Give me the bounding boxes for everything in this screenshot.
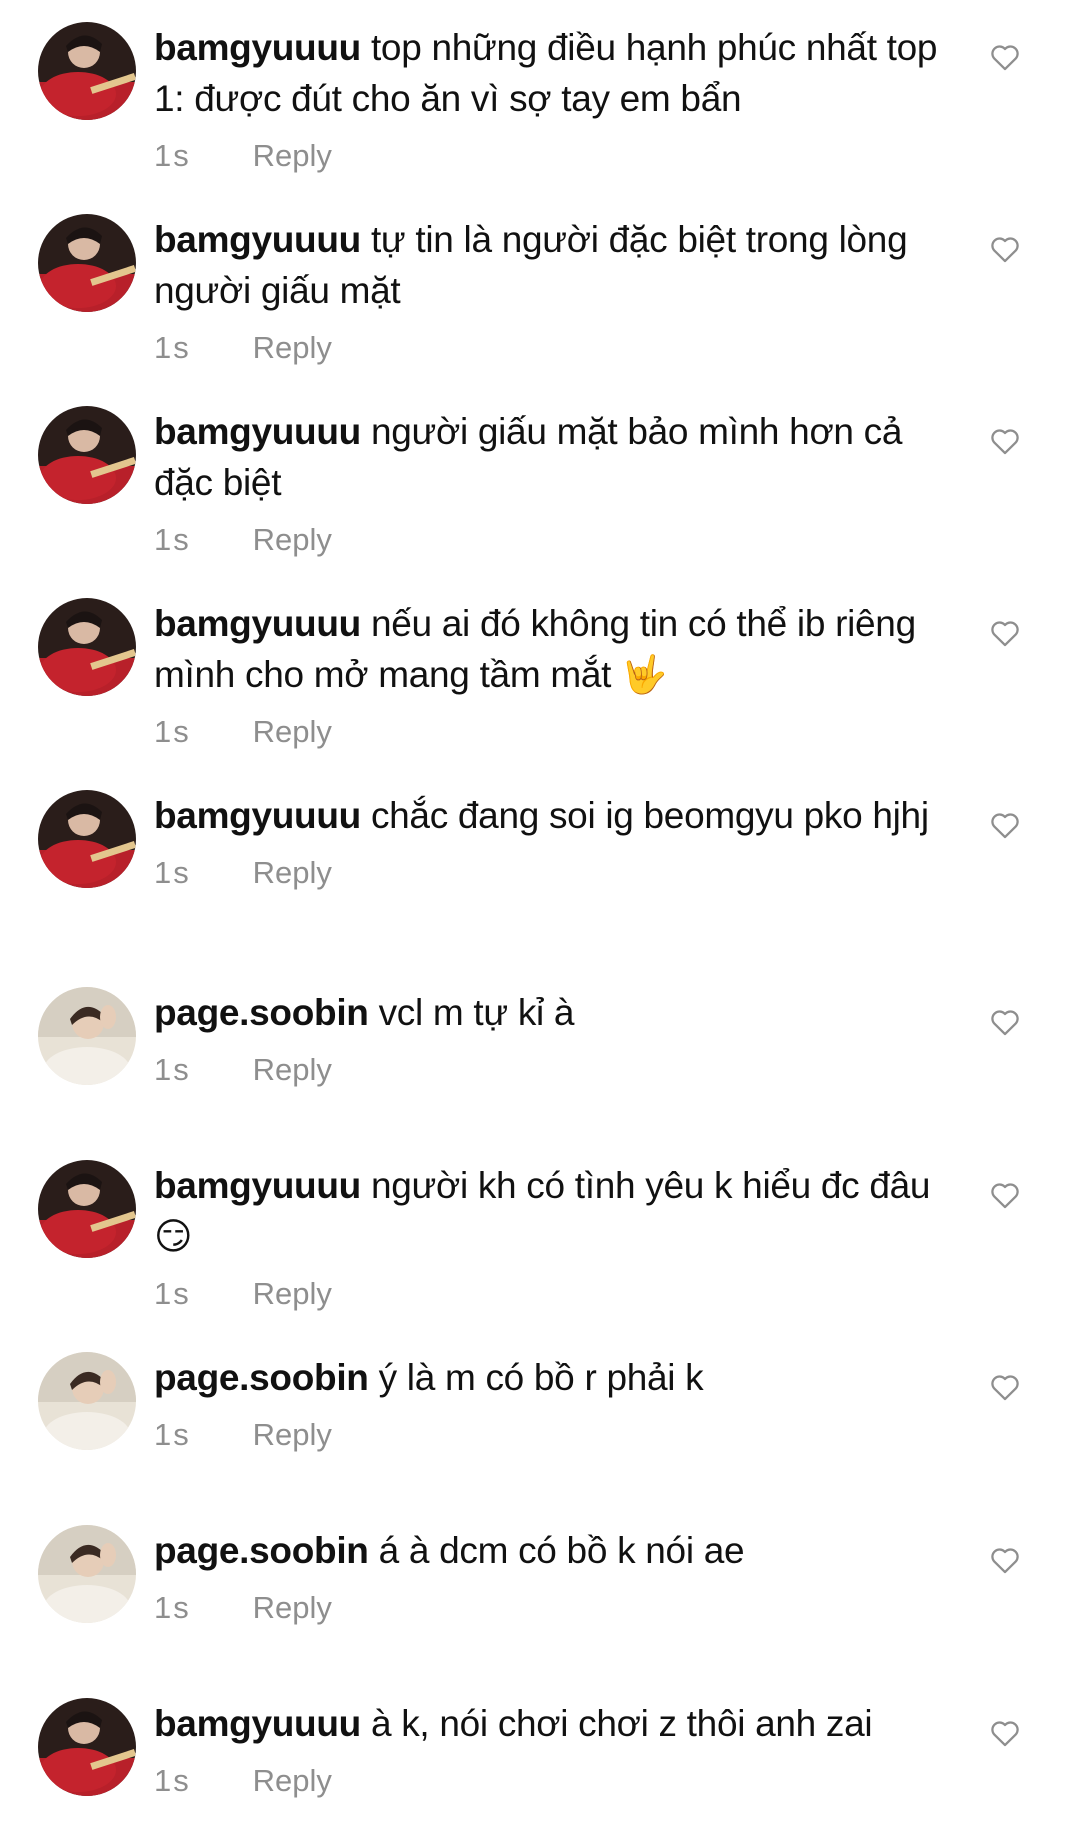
- avatar[interactable]: [38, 987, 136, 1085]
- comment-username[interactable]: bamgyuuuu: [154, 795, 361, 836]
- comment-timestamp: 1s: [154, 330, 191, 365]
- heart-icon[interactable]: [988, 1370, 1022, 1404]
- comment-timestamp: 1s: [154, 855, 191, 890]
- avatar[interactable]: [38, 790, 136, 888]
- comment-timestamp: 1s: [154, 1763, 191, 1798]
- comment-timestamp: 1s: [154, 522, 191, 557]
- heart-icon[interactable]: [988, 1716, 1022, 1750]
- comment-text: ý là m có bồ r phải k: [378, 1357, 704, 1398]
- reply-button[interactable]: Reply: [253, 136, 332, 176]
- reply-button[interactable]: Reply: [253, 712, 332, 752]
- avatar[interactable]: [38, 1525, 136, 1623]
- comment-timestamp: 1s: [154, 138, 191, 173]
- avatar[interactable]: [38, 406, 136, 504]
- heart-icon[interactable]: [988, 232, 1022, 266]
- comment-timestamp: 1s: [154, 1052, 191, 1087]
- heart-icon[interactable]: [988, 424, 1022, 458]
- comment-text: á à dcm có bồ k nói ae: [378, 1530, 745, 1571]
- reply-button[interactable]: Reply: [253, 1588, 332, 1628]
- heart-icon[interactable]: [988, 40, 1022, 74]
- comment-timestamp: 1s: [154, 1417, 191, 1452]
- comment-username[interactable]: bamgyuuuu: [154, 1703, 361, 1744]
- reply-button[interactable]: Reply: [253, 328, 332, 368]
- reply-button[interactable]: Reply: [253, 853, 332, 893]
- reply-button[interactable]: Reply: [253, 1274, 332, 1314]
- reply-button[interactable]: Reply: [253, 1761, 332, 1801]
- reply-button[interactable]: Reply: [253, 520, 332, 560]
- reply-button[interactable]: Reply: [253, 1415, 332, 1455]
- comment-username[interactable]: bamgyuuuu: [154, 411, 361, 452]
- heart-icon[interactable]: [988, 616, 1022, 650]
- comment-text: vcl m tự kỉ à: [378, 992, 575, 1033]
- avatar[interactable]: [38, 598, 136, 696]
- comment-username[interactable]: bamgyuuuu: [154, 603, 361, 644]
- comment-timestamp: 1s: [154, 714, 191, 749]
- heart-icon[interactable]: [988, 1543, 1022, 1577]
- comment-username[interactable]: bamgyuuuu: [154, 27, 361, 68]
- avatar[interactable]: [38, 1698, 136, 1796]
- comment-timestamp: 1s: [154, 1590, 191, 1625]
- avatar[interactable]: [38, 1160, 136, 1258]
- avatar[interactable]: [38, 22, 136, 120]
- heart-icon[interactable]: [988, 1005, 1022, 1039]
- comment-timestamp: 1s: [154, 1276, 191, 1311]
- comment-username[interactable]: bamgyuuuu: [154, 219, 361, 260]
- heart-icon[interactable]: [988, 1178, 1022, 1212]
- comment-username[interactable]: page.soobin: [154, 1357, 369, 1398]
- comment-username[interactable]: bamgyuuuu: [154, 1165, 361, 1206]
- comment-username[interactable]: page.soobin: [154, 992, 369, 1033]
- comment-text: à k, nói chơi chơi z thôi anh zai: [370, 1703, 873, 1744]
- heart-icon[interactable]: [988, 808, 1022, 842]
- reply-button[interactable]: Reply: [253, 1050, 332, 1090]
- avatar[interactable]: [38, 214, 136, 312]
- avatar[interactable]: [38, 1352, 136, 1450]
- comment-username[interactable]: page.soobin: [154, 1530, 369, 1571]
- comment-text: chắc đang soi ig beomgyu pko hjhj: [370, 795, 929, 836]
